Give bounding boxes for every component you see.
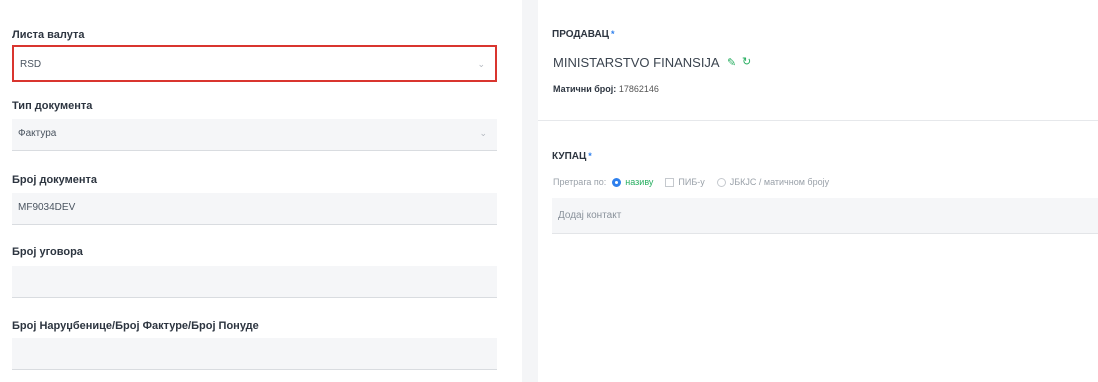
required-mark: *	[610, 29, 615, 39]
doc-number-value: MF9034DEV	[18, 202, 76, 213]
search-option-jbkjs[interactable]: ЈБКЈС / матичном броју	[711, 177, 829, 187]
currency-label: Листа валута	[12, 29, 85, 41]
search-option-pib[interactable]: ПИБ-у	[659, 177, 705, 187]
currency-value: RSD	[20, 59, 42, 70]
seller-name: MINISTARSTVO FINANSIJA	[553, 55, 720, 70]
panel-divider	[522, 0, 538, 382]
doc-number-label: Број документа	[12, 174, 98, 186]
search-by-label: Претрага по:	[553, 177, 607, 187]
invoice-details-panel: Листа валута RSD ⌄ Тип документа Фактура…	[0, 0, 522, 382]
doc-type-select[interactable]: Фактура ⌄	[12, 119, 497, 151]
add-contact-placeholder: Додај контакт	[558, 210, 622, 221]
chevron-down-icon: ⌄	[477, 59, 485, 69]
order-number-label: Број Наруџбенице/Број Фактуре/Број Понуд…	[12, 320, 259, 332]
search-option-name[interactable]: називу	[612, 177, 653, 187]
radio-selected-icon[interactable]	[612, 177, 622, 187]
seller-id-value: 17862146	[618, 84, 659, 94]
buyer-search-options: Претрага по: називу ПИБ-у ЈБКЈС / матичн…	[553, 177, 829, 187]
seller-id-row: Матични број: 17862146	[553, 84, 659, 94]
required-mark: *	[588, 151, 592, 161]
buyer-title: КУПАЦ *	[552, 151, 592, 162]
contract-number-label: Број уговора	[12, 246, 83, 258]
contract-number-input[interactable]	[12, 266, 497, 298]
section-divider	[538, 120, 1098, 121]
currency-select[interactable]: RSD ⌄	[12, 45, 497, 82]
doc-number-input[interactable]: MF9034DEV	[12, 193, 497, 225]
order-number-input[interactable]	[12, 338, 497, 370]
pencil-icon[interactable]: ✎	[727, 56, 736, 69]
seller-title: ПРОДАВАЦ *	[552, 29, 614, 40]
chevron-down-icon: ⌄	[479, 128, 487, 138]
doc-type-value: Фактура	[18, 128, 57, 139]
seller-title-text: ПРОДАВАЦ	[552, 29, 609, 40]
checkbox-icon[interactable]	[665, 177, 675, 187]
refresh-icon[interactable]: ↻	[742, 55, 751, 68]
add-contact-input[interactable]: Додај контакт	[552, 198, 1098, 234]
doc-type-label: Тип документа	[12, 100, 93, 112]
buyer-title-text: КУПАЦ	[552, 151, 587, 162]
seller-id-label: Матични број:	[553, 84, 617, 94]
radio-icon[interactable]	[716, 177, 726, 187]
